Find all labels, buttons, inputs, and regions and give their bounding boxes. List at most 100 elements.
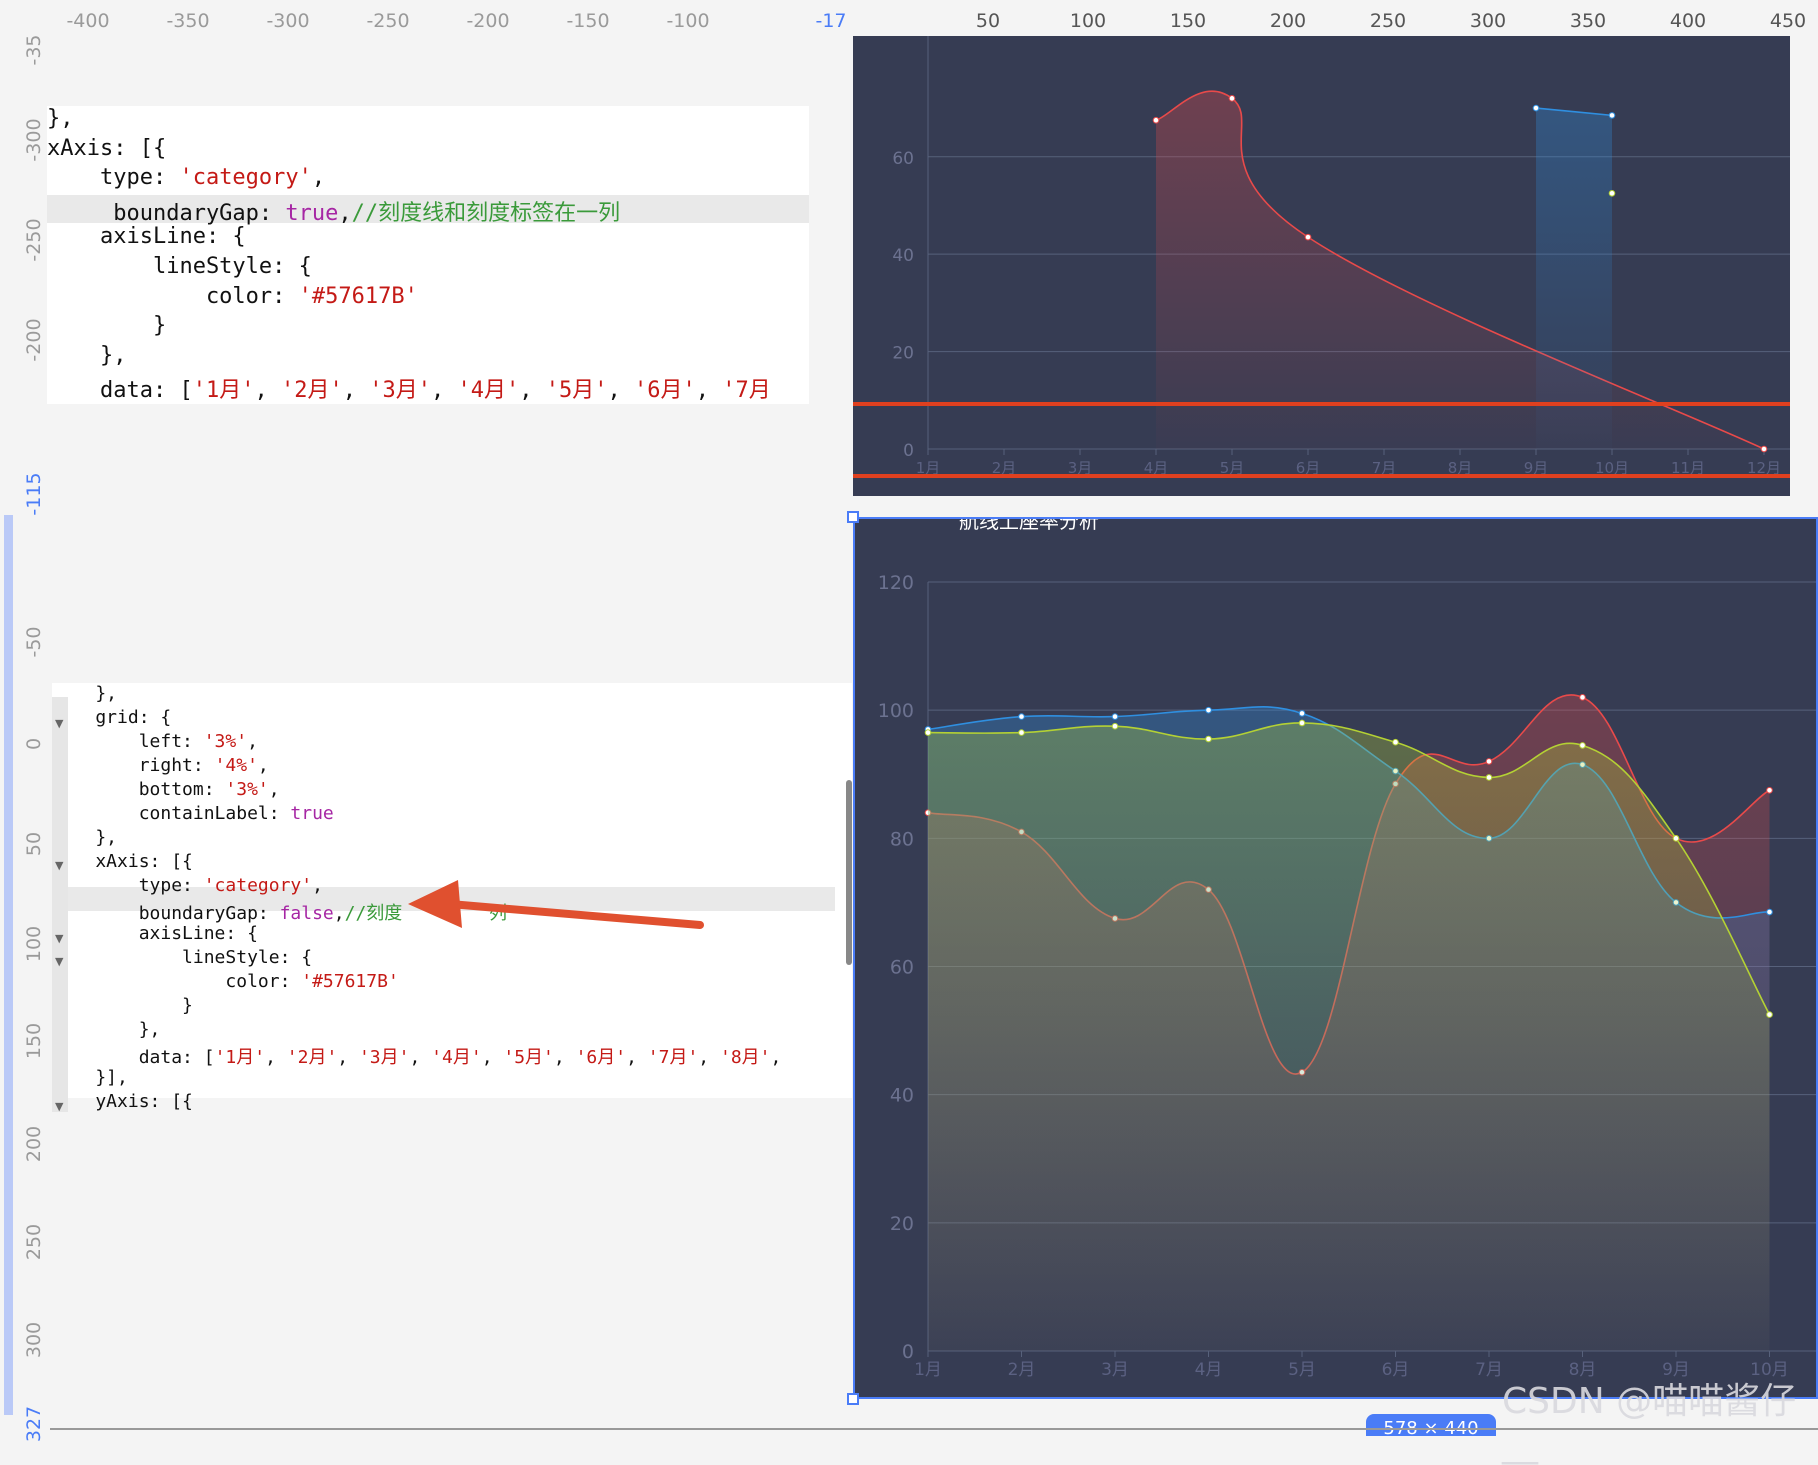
- resize-handle[interactable]: [847, 1393, 859, 1405]
- data-point: [1298, 719, 1306, 727]
- ruler-tick: -200: [23, 318, 45, 362]
- ruler-tick: 400: [1669, 10, 1707, 32]
- ruler-tick: 450: [1769, 10, 1807, 32]
- code-token: '5月': [503, 1047, 554, 1068]
- fold-arrow-icon[interactable]: ▼: [55, 859, 63, 872]
- chart-top: 02040601月 2月 3月 4月 5月 6月 7月 8月 9月 10月 11月 12月: [853, 36, 1790, 496]
- code-token: 'category': [179, 165, 312, 191]
- code-line: boundaryGap: true,//刻度线和刻度标签在一列: [47, 195, 620, 227]
- code-token: right:: [52, 755, 215, 776]
- code-token: '7月': [647, 1047, 699, 1068]
- y-tick-label: 60: [892, 149, 914, 169]
- code-scrollbar[interactable]: [846, 780, 852, 965]
- code-token: '4月': [431, 1047, 482, 1068]
- ruler-tick: 50: [23, 831, 45, 857]
- ruler-tick: -300: [23, 118, 45, 162]
- code-token: '2月': [286, 1047, 338, 1068]
- code-token: '6月': [575, 1047, 627, 1068]
- x-tick-label: 5月: [1288, 1360, 1316, 1380]
- resize-handle[interactable]: [847, 511, 859, 523]
- ruler-tick: 350: [1569, 10, 1607, 32]
- ruler-current-marker: -17: [815, 10, 847, 32]
- ruler-tick: -100: [666, 10, 710, 32]
- code-token: }: [47, 313, 167, 339]
- code-token: 'category': [203, 875, 313, 896]
- code-token: ,: [698, 1047, 720, 1068]
- code-editor-top[interactable]: }, xAxis: [{ type: 'category', boundaryGa…: [47, 106, 809, 404]
- code-line: }: [47, 313, 166, 338]
- code-token: ,: [338, 200, 352, 226]
- data-point: [1018, 713, 1025, 720]
- series-area: [928, 722, 1770, 1351]
- fold-arrow-icon[interactable]: ▼: [55, 717, 63, 730]
- ruler-tick: 50: [975, 10, 1001, 32]
- ruler-tick: -400: [66, 10, 110, 32]
- code-token: //刻度线和刻度标签在一列: [351, 200, 621, 226]
- ruler-tick: 0: [23, 737, 45, 751]
- fold-arrow-icon[interactable]: ▼: [55, 955, 63, 968]
- ruler-tick: 150: [23, 1022, 45, 1060]
- code-token: grid: {: [52, 707, 172, 728]
- ruler-tick: -300: [266, 10, 310, 32]
- code-token: ,: [430, 378, 458, 404]
- code-token: axisLine: {: [52, 923, 258, 944]
- data-point: [1608, 189, 1616, 197]
- data-point: [924, 729, 932, 736]
- y-tick-label: 20: [892, 344, 914, 364]
- code-token: }: [52, 995, 193, 1016]
- data-point: [1760, 445, 1768, 453]
- x-tick-label: 4月: [1195, 1360, 1223, 1380]
- x-tick-label: 3月: [1101, 1360, 1129, 1380]
- code-token: //刻度: [344, 903, 403, 924]
- code-line: lineStyle: {: [47, 254, 312, 279]
- code-line: axisLine: {: [52, 923, 258, 944]
- code-token: false: [279, 903, 334, 924]
- code-editor-bottom[interactable]: }, grid: { left: '3%', right: '4%', bott…: [52, 683, 852, 1112]
- data-point: [1111, 722, 1119, 730]
- ruler-tick: -35: [23, 34, 45, 66]
- code-token: ,: [481, 1047, 504, 1068]
- chart-bottom[interactable]: 0204060801001201月 2月 3月 4月 5月 6月 7月 8月 9月 10月航线上座…: [853, 517, 1818, 1397]
- code-line: type: 'category',: [47, 165, 325, 190]
- ruler-tick: 250: [23, 1223, 45, 1261]
- code-token: },: [52, 1019, 161, 1040]
- fold-arrow-icon[interactable]: ▼: [55, 932, 63, 945]
- code-line: right: '4%',: [52, 755, 269, 776]
- ruler-tick: 100: [23, 925, 45, 963]
- data-point: [1018, 729, 1025, 736]
- y-tick-label: 120: [878, 572, 914, 594]
- ruler-tick: 250: [1369, 10, 1407, 32]
- code-token: '1月': [214, 1047, 266, 1068]
- code-token: '1月': [192, 378, 255, 404]
- code-line: lineStyle: {: [52, 947, 312, 968]
- code-token: yAxis: [{: [52, 1091, 193, 1112]
- code-token: ,: [268, 779, 280, 800]
- y-tick-label: 0: [903, 441, 914, 461]
- x-tick-label: 2月: [1008, 1360, 1036, 1380]
- code-line: yAxis: [{: [52, 1091, 193, 1112]
- code-token: '7月: [722, 378, 771, 404]
- code-token: ,: [257, 755, 269, 776]
- y-tick-label: 40: [892, 246, 914, 266]
- ruler-tick: 200: [23, 1125, 45, 1163]
- code-token: lineStyle: {: [52, 947, 313, 968]
- code-token: ,: [337, 1047, 359, 1068]
- code-token: xAxis: [{: [47, 135, 167, 161]
- code-line: }: [52, 995, 193, 1016]
- code-line: data: ['1月', '2月', '3月', '4月', '5月', '6月…: [52, 1043, 782, 1069]
- code-line: color: '#57617B': [52, 971, 398, 992]
- ruler-tick: -250: [23, 218, 45, 262]
- code-token: boundaryGap:: [47, 200, 286, 226]
- code-line: },: [47, 106, 74, 131]
- ruler-tick: -200: [466, 10, 510, 32]
- code-token: bottom:: [52, 779, 226, 800]
- code-token: '8月': [719, 1047, 771, 1068]
- ruler-tick: -115: [23, 472, 45, 516]
- fold-arrow-icon[interactable]: ▼: [55, 1100, 63, 1113]
- code-token: ,: [770, 1047, 782, 1068]
- code-token: 列: [489, 903, 507, 924]
- code-line: },: [52, 1019, 161, 1040]
- data-point: [1608, 112, 1616, 119]
- data-point: [1485, 774, 1493, 781]
